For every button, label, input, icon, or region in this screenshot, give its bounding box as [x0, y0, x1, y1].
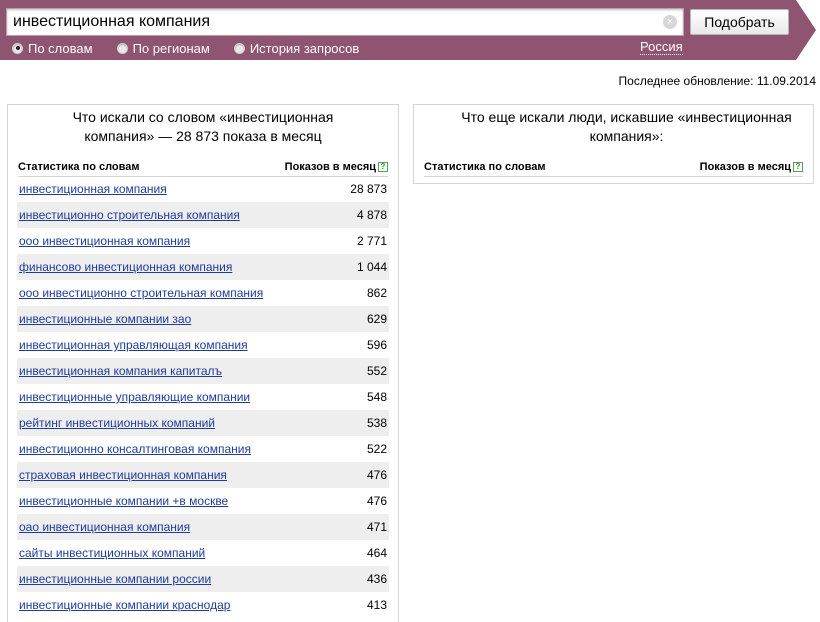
mode-by-words[interactable]: По словам — [12, 40, 93, 56]
column-header-shows-label: Показов в месяц — [284, 161, 376, 173]
table-row: инвестиционные управляющие компании 548 — [17, 384, 389, 410]
search-mode-group: По словам По регионам История запросов — [12, 40, 383, 56]
table-row: инвестиционные компании зао 629 — [17, 306, 389, 332]
submit-button[interactable]: Подобрать — [690, 9, 789, 35]
search-box[interactable]: × — [6, 8, 684, 36]
keyword-link[interactable]: инвестиционные компании зао — [19, 312, 191, 326]
table-row: инвестиционно строительная компания 4 878 — [17, 202, 389, 228]
panel-title: Что еще искали люди, искавшие «инвестици… — [461, 109, 792, 144]
mode-history[interactable]: История запросов — [233, 40, 360, 56]
keyword-link[interactable]: инвестиционная управляющая компания — [19, 338, 248, 352]
shows-count: 476 — [366, 494, 387, 508]
shows-count: 28 873 — [350, 182, 387, 196]
table-row: сайты инвестиционных компаний 464 — [17, 540, 389, 566]
radio-icon[interactable] — [116, 42, 128, 54]
shows-count: 552 — [366, 364, 387, 378]
shows-count: 4 878 — [356, 208, 387, 222]
radio-icon[interactable] — [233, 42, 245, 54]
keyword-link[interactable]: инвестиционно консалтинговая компания — [19, 442, 251, 456]
table-row: инвестиционная компания 28 873 — [17, 176, 389, 202]
keyword-link[interactable]: рейтинг инвестиционных компаний — [19, 416, 215, 430]
table-row: ооо инвестиционная компания 2 771 — [17, 228, 389, 254]
keyword-link[interactable]: ооо инвестиционно строительная компания — [19, 286, 263, 300]
clear-icon[interactable]: × — [663, 15, 677, 29]
keyword-link[interactable]: инвестиционная компания — [19, 182, 167, 196]
table-row: страховая инвестиционная компания 476 — [17, 462, 389, 488]
keyword-link[interactable]: инвестиционно строительная компания — [19, 208, 240, 222]
table-row: инвестиционная компания капиталъ 552 — [17, 358, 389, 384]
shows-count: 471 — [366, 520, 387, 534]
mode-label: По словам — [28, 40, 93, 56]
keyword-link[interactable]: ооо инвестиционная компания — [19, 234, 190, 248]
keyword-list: инвестиционная компания 28 873 инвестицион… — [17, 176, 389, 618]
shows-count: 596 — [366, 338, 387, 352]
table-row: инвестиционно консалтинговая компания 522 — [17, 436, 389, 462]
keyword-link[interactable]: инвестиционная компания капиталъ — [19, 364, 222, 378]
keyword-stats-panel: Что искали со словом «инвестиционная ком… — [7, 104, 399, 622]
keyword-link[interactable]: инвестиционные компании +в москве — [19, 494, 228, 508]
keyword-link[interactable]: сайты инвестиционных компаний — [19, 546, 205, 560]
keyword-link[interactable]: страховая инвестиционная компания — [19, 468, 227, 482]
shows-count: 1 044 — [356, 260, 387, 274]
help-icon[interactable]: ? — [793, 162, 803, 172]
table-row: инвестиционные компании +в москве 476 — [17, 488, 389, 514]
column-header-keyword: Статистика по словам — [18, 161, 140, 173]
shows-count: 436 — [366, 572, 387, 586]
table-row: инвестиционные компании краснодар 413 — [17, 592, 389, 618]
search-input[interactable] — [7, 9, 657, 35]
keyword-link[interactable]: инвестиционные компании краснодар — [19, 598, 230, 612]
keyword-link[interactable]: инвестиционные управляющие компании — [19, 390, 250, 404]
shows-count: 413 — [366, 598, 387, 612]
table-row: инвестиционные компании россии 436 — [17, 566, 389, 592]
table-row: ооо инвестиционно строительная компания 8… — [17, 280, 389, 306]
search-header: × Подобрать По словам По регионам Истори… — [0, 0, 820, 62]
shows-count: 2 771 — [356, 234, 387, 248]
table-row: финансово инвестиционная компания 1 044 — [17, 254, 389, 280]
header-divider — [424, 176, 803, 177]
region-selector[interactable]: Россия — [640, 39, 683, 55]
last-update-text: Последнее обновление: 11.09.2014 — [618, 74, 816, 88]
radio-icon[interactable] — [12, 42, 23, 54]
keyword-link[interactable]: оао инвестиционная компания — [19, 520, 190, 534]
column-header-shows: Показов в месяц ? — [285, 161, 388, 173]
shows-count: 522 — [366, 442, 387, 456]
table-row: рейтинг инвестиционных компаний 538 — [17, 410, 389, 436]
shows-count: 538 — [366, 416, 387, 430]
help-icon[interactable]: ? — [378, 162, 388, 172]
shows-count: 476 — [366, 468, 387, 482]
column-header-shows-label: Показов в месяц — [699, 161, 791, 173]
table-header: Статистика по словам Показов в месяц ? — [18, 159, 388, 177]
shows-count: 629 — [366, 312, 387, 326]
table-row: оао инвестиционная компания 471 — [17, 514, 389, 540]
keyword-link[interactable]: финансово инвестиционная компания — [19, 260, 232, 274]
column-header-keyword: Статистика по словам — [424, 161, 546, 173]
table-row: инвестиционная управляющая компания 596 — [17, 332, 389, 358]
table-header: Статистика по словам Показов в месяц ? — [424, 159, 803, 177]
related-queries-panel: Что еще искали люди, искавшие «инвестици… — [413, 104, 814, 184]
column-header-shows: Показов в месяц ? — [700, 161, 803, 173]
shows-count: 548 — [366, 390, 387, 404]
keyword-link[interactable]: инвестиционные компании россии — [19, 572, 211, 586]
panel-title: Что искали со словом «инвестиционная ком… — [72, 109, 334, 144]
mode-label: История запросов — [249, 40, 360, 56]
mode-by-regions[interactable]: По регионам — [116, 40, 210, 56]
mode-label: По регионам — [132, 40, 210, 56]
shows-count: 464 — [366, 546, 387, 560]
shows-count: 862 — [366, 286, 387, 300]
